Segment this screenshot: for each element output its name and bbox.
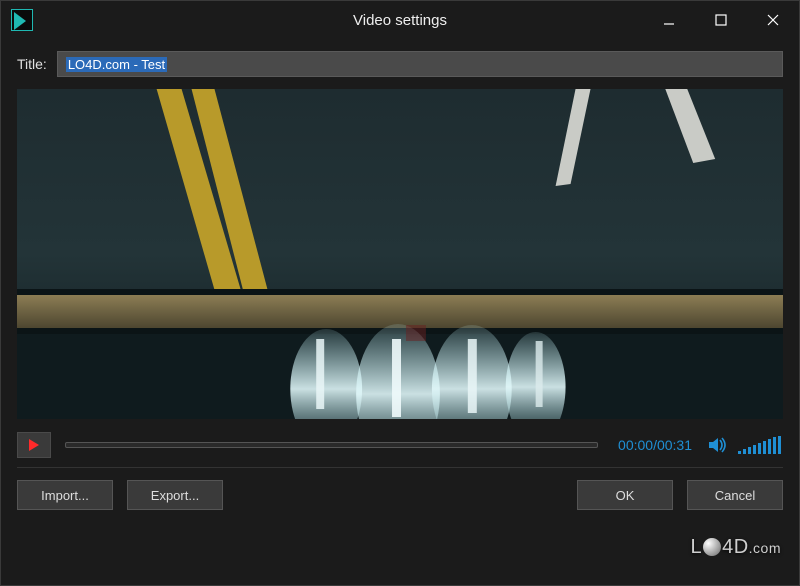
titlebar[interactable]: Video settings	[1, 1, 799, 39]
app-logo-icon	[11, 9, 33, 31]
volume-button[interactable]	[706, 434, 730, 456]
player-controls: 00:00/00:31	[17, 427, 783, 463]
cancel-button[interactable]: Cancel	[687, 480, 783, 510]
timecode: 00:00/00:31	[618, 437, 692, 453]
maximize-icon	[714, 13, 728, 27]
seek-bar[interactable]	[65, 442, 598, 448]
volume-icon	[707, 435, 729, 455]
minimize-button[interactable]	[643, 1, 695, 39]
video-frame-image	[17, 89, 783, 419]
content-area: Title: LO4D.com - Test	[1, 39, 799, 585]
close-icon	[765, 12, 781, 28]
ok-button[interactable]: OK	[577, 480, 673, 510]
minimize-icon	[662, 13, 676, 27]
import-button[interactable]: Import...	[17, 480, 113, 510]
bottom-button-row: Import... Export... OK Cancel	[17, 467, 783, 524]
title-input-value: LO4D.com - Test	[66, 57, 167, 72]
window-controls	[643, 1, 799, 39]
title-input[interactable]: LO4D.com - Test	[57, 51, 783, 77]
volume-level[interactable]	[738, 436, 783, 454]
play-icon	[29, 439, 39, 451]
video-settings-window: Video settings Title: LO4D.com - Test	[0, 0, 800, 586]
title-label: Title:	[17, 56, 47, 72]
play-button[interactable]	[17, 432, 51, 458]
title-row: Title: LO4D.com - Test	[17, 51, 783, 77]
export-button[interactable]: Export...	[127, 480, 223, 510]
close-button[interactable]	[747, 1, 799, 39]
video-preview[interactable]	[17, 89, 783, 419]
maximize-button[interactable]	[695, 1, 747, 39]
